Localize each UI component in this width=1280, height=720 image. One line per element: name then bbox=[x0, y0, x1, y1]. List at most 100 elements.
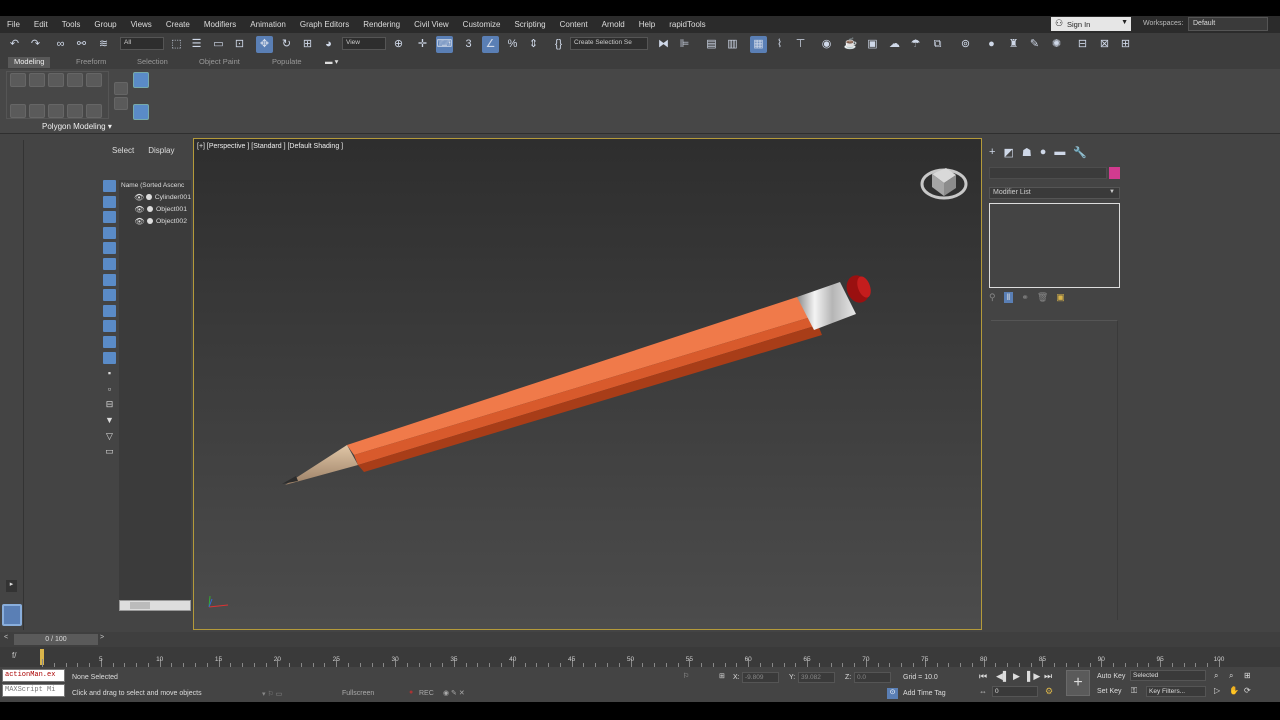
keyboard-shortcut-toggle-icon[interactable]: ⌨ bbox=[436, 36, 453, 53]
display-lights-icon[interactable] bbox=[103, 211, 116, 224]
list-item[interactable]: 👁 Object001 bbox=[119, 203, 191, 215]
scale-icon[interactable]: ⊞ bbox=[299, 36, 316, 53]
zoom-all-icon[interactable]: ⌕ bbox=[1229, 671, 1233, 681]
move-icon[interactable]: ✥ bbox=[256, 36, 273, 53]
invert-display-icon[interactable]: ⊟ bbox=[103, 398, 116, 410]
polygon-mode-button[interactable] bbox=[67, 73, 83, 87]
menu-group[interactable]: Group bbox=[87, 20, 123, 29]
zoom-icon[interactable]: ⌕ bbox=[1214, 671, 1218, 681]
viewport-max-icon[interactable]: ⊠ bbox=[1096, 36, 1113, 53]
menu-rapidtools[interactable]: rapidTools bbox=[662, 20, 712, 29]
edit-named-selections-icon[interactable]: {} bbox=[550, 36, 567, 53]
snaps-toggle-icon[interactable]: 3 bbox=[460, 36, 477, 53]
ribbon-toggle-button[interactable] bbox=[133, 104, 149, 120]
ref-coord-dropdown[interactable]: View bbox=[342, 37, 386, 50]
freeze-dot-icon[interactable] bbox=[147, 218, 153, 224]
time-config-icon[interactable]: ⚙ bbox=[1045, 686, 1053, 697]
schematic-view-icon[interactable]: ⊤ bbox=[792, 36, 809, 53]
preserve-uvs-button[interactable] bbox=[29, 104, 45, 118]
element-mode-button[interactable] bbox=[86, 73, 102, 87]
visibility-eye-icon[interactable]: 👁 bbox=[134, 193, 144, 202]
viewport-layout-icon[interactable]: ⊟ bbox=[1074, 36, 1091, 53]
tab-selection[interactable]: Selection bbox=[137, 57, 168, 68]
key-filters-button[interactable]: Key Filters... bbox=[1146, 686, 1206, 697]
motion-tab-icon[interactable]: ● bbox=[1040, 146, 1047, 159]
curve-editor-icon[interactable]: ⌇ bbox=[771, 36, 788, 53]
key-icon[interactable]: ⚿ bbox=[1131, 686, 1137, 696]
field-of-view-icon[interactable]: ▷ bbox=[1214, 686, 1220, 695]
go-to-end-icon[interactable]: ⏭ bbox=[1044, 671, 1052, 682]
display-helpers-icon[interactable] bbox=[103, 242, 116, 255]
set-key-button[interactable]: Set Key bbox=[1097, 688, 1122, 695]
link-icon[interactable]: ∞ bbox=[52, 36, 69, 53]
list-item[interactable]: 👁 Object002 bbox=[119, 215, 191, 227]
display-groups-icon[interactable] bbox=[103, 273, 116, 286]
y-coord-field[interactable]: 39.082 bbox=[798, 672, 835, 683]
name-column-header[interactable]: Name (Sorted Ascenc bbox=[119, 180, 191, 191]
perspective-viewport[interactable]: [+] [Perspective ] [Standard ] [Default … bbox=[193, 138, 982, 630]
modifier-stack[interactable] bbox=[989, 203, 1120, 288]
visibility-eye-icon[interactable]: 👁 bbox=[134, 217, 145, 226]
record-icon[interactable]: ● bbox=[409, 689, 413, 696]
pencil-model[interactable] bbox=[282, 272, 873, 485]
orbit-icon[interactable]: ⟳ bbox=[1244, 686, 1251, 695]
tab-object-paint[interactable]: Object Paint bbox=[199, 57, 240, 68]
current-frame-field[interactable]: 0 bbox=[992, 686, 1038, 697]
menu-civil-view[interactable]: Civil View bbox=[407, 20, 456, 29]
pin-stack-icon[interactable]: ⚲ bbox=[989, 292, 996, 303]
next-key-icon[interactable]: ▌▶ bbox=[1027, 671, 1040, 682]
modify-tab-icon[interactable]: ◩ bbox=[1003, 146, 1013, 159]
layer-icon[interactable]: ▭ bbox=[103, 445, 116, 457]
lights-icon[interactable]: ✺ bbox=[1048, 36, 1065, 53]
unlink-icon[interactable]: ⚯ bbox=[73, 36, 90, 53]
remove-modifier-icon[interactable]: 🗑 bbox=[1037, 292, 1048, 303]
ribbon-small-button[interactable] bbox=[114, 82, 128, 95]
pivot-icon[interactable]: ⊕ bbox=[390, 36, 407, 53]
menu-file[interactable]: File bbox=[0, 20, 27, 29]
mirror-icon[interactable]: ⧓ bbox=[655, 36, 672, 53]
spinner-snap-icon[interactable]: ⇕ bbox=[525, 36, 542, 53]
menu-help[interactable]: Help bbox=[632, 20, 662, 29]
rotate-icon[interactable]: ↻ bbox=[278, 36, 295, 53]
set-key-big-button[interactable]: + bbox=[1066, 670, 1090, 696]
track-bar[interactable]: f/ 5 10 15 20 25 30 35 40 45 50 55 60 65 70 75 80 85 90 95… bbox=[0, 647, 1280, 667]
select-object-icon[interactable]: ⬚ bbox=[168, 36, 185, 53]
shirt-icon[interactable]: ♜ bbox=[1005, 36, 1022, 53]
time-slider[interactable]: < 0 / 100 > bbox=[0, 632, 1280, 647]
bind-space-warp-icon[interactable]: ≋ bbox=[95, 36, 112, 53]
display-frozen-icon[interactable] bbox=[103, 335, 116, 348]
render-cloud-icon[interactable]: ⊚ bbox=[957, 36, 974, 53]
status-extra-icons[interactable]: ◉ ✎ ✕ bbox=[443, 689, 465, 697]
viewcube[interactable] bbox=[920, 168, 968, 200]
z-coord-field[interactable]: 0.0 bbox=[854, 672, 891, 683]
display-cameras-icon[interactable] bbox=[103, 226, 116, 239]
ribbon-toggle-button[interactable] bbox=[133, 72, 149, 88]
isolate-selection-icon[interactable]: ⚐ bbox=[683, 672, 689, 680]
prev-key-icon[interactable]: ◀▌ bbox=[996, 671, 1009, 682]
modify-mode-button[interactable] bbox=[10, 104, 26, 118]
time-slider-thumb[interactable]: 0 / 100 bbox=[14, 634, 98, 645]
absolute-mode-icon[interactable]: ⊞ bbox=[719, 672, 725, 680]
display-hidden-icon[interactable] bbox=[103, 351, 116, 364]
prev-frame-icon[interactable]: < bbox=[4, 634, 8, 641]
tab-populate[interactable]: Populate bbox=[272, 57, 302, 68]
list-item[interactable]: 👁 Cylinder001 bbox=[119, 191, 191, 203]
render-iterative-icon[interactable]: ☂ bbox=[907, 36, 924, 53]
object-color-swatch[interactable] bbox=[1109, 167, 1120, 179]
scroll-thumb[interactable] bbox=[130, 602, 150, 609]
menu-arnold[interactable]: Arnold bbox=[595, 20, 632, 29]
rect-selection-icon[interactable]: ▭ bbox=[210, 36, 227, 53]
explorer-horizontal-scrollbar[interactable] bbox=[119, 600, 191, 611]
viewport-config-icon[interactable]: ⊞ bbox=[1117, 36, 1134, 53]
x-coord-field[interactable]: -9.809 bbox=[742, 672, 779, 683]
use-soft-selection-button[interactable] bbox=[48, 104, 64, 118]
ribbon-options-icon[interactable]: ▬ ▾ bbox=[325, 57, 338, 68]
display-shapes-icon[interactable] bbox=[103, 195, 116, 208]
ribbon-small-button[interactable] bbox=[114, 97, 128, 110]
menu-tools[interactable]: Tools bbox=[55, 20, 88, 29]
polygon-modeling-panel-title[interactable]: Polygon Modeling ▾ bbox=[42, 122, 112, 131]
tab-freeform[interactable]: Freeform bbox=[76, 57, 106, 68]
find-icon[interactable]: ▽ bbox=[103, 430, 116, 442]
menu-modifiers[interactable]: Modifiers bbox=[197, 20, 243, 29]
object-name-field[interactable] bbox=[989, 167, 1107, 179]
